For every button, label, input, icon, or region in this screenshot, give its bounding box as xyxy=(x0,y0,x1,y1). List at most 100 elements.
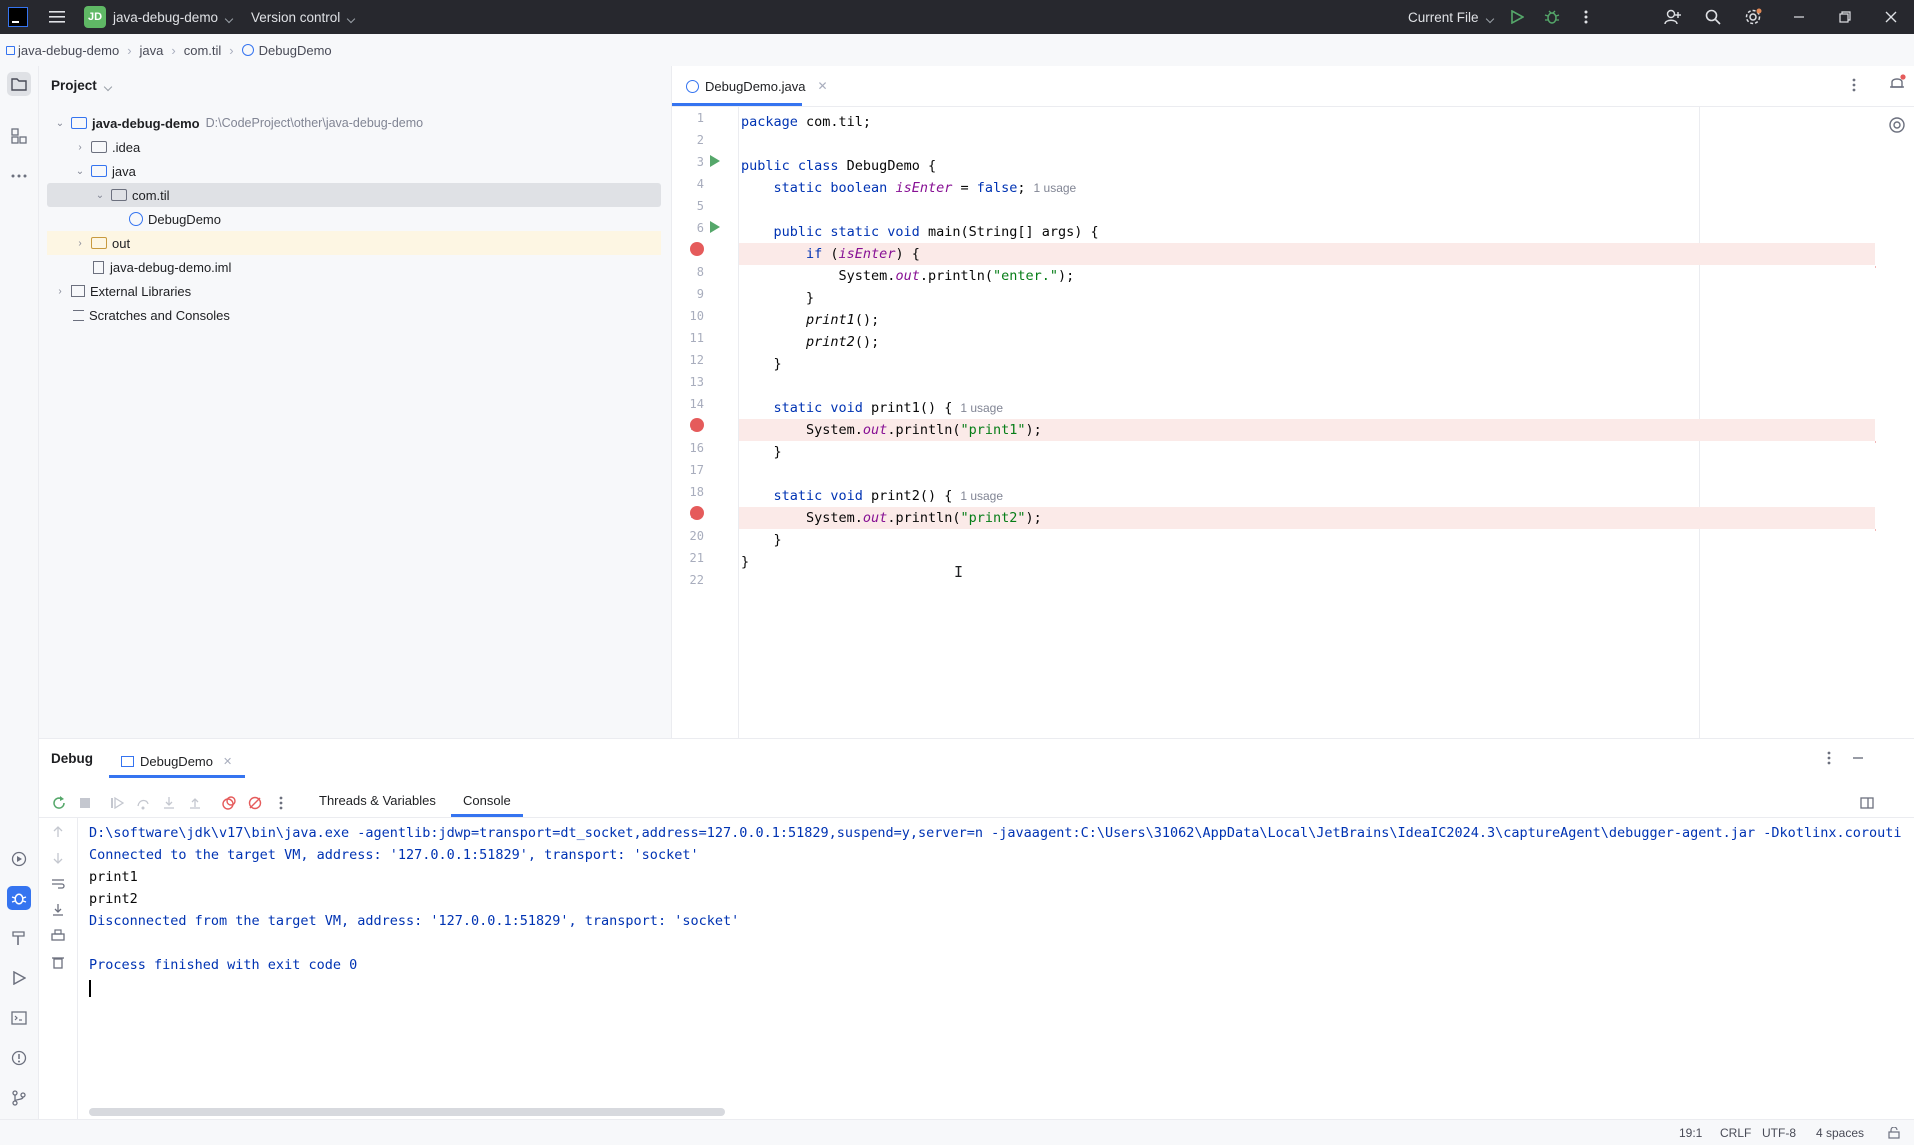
more-tools-icon[interactable] xyxy=(7,164,31,188)
debug-session-tab[interactable]: DebugDemo ✕ xyxy=(121,743,232,779)
structure-icon[interactable] xyxy=(7,124,31,148)
code-token: ( xyxy=(822,246,839,262)
code-token: print1 xyxy=(806,312,855,328)
tab-console[interactable]: Console xyxy=(463,783,511,817)
step-out-icon[interactable] xyxy=(185,793,205,813)
breadcrumb-item[interactable]: com.til xyxy=(184,43,222,58)
breakpoint-icon[interactable] xyxy=(690,242,704,256)
close-icon[interactable] xyxy=(1874,0,1908,34)
debug-tool-icon[interactable] xyxy=(7,886,31,910)
chevron-right-icon[interactable]: › xyxy=(53,286,67,297)
code-line-breakpoint: System.out.println("print1"); xyxy=(739,419,1875,441)
add-user-icon[interactable] xyxy=(1656,0,1690,34)
lock-icon[interactable] xyxy=(1888,1120,1900,1145)
code-token: System. xyxy=(741,510,863,526)
stop-icon[interactable] xyxy=(75,793,95,813)
breadcrumb-item[interactable]: java-debug-demo xyxy=(18,43,119,58)
breadcrumb-item[interactable]: java xyxy=(140,43,164,58)
chevron-down-icon[interactable]: ⌄ xyxy=(93,190,107,201)
chevron-right-icon[interactable]: › xyxy=(73,238,87,249)
debug-icon[interactable] xyxy=(1535,0,1569,34)
project-switcher[interactable]: JD java-debug-demo xyxy=(84,0,232,34)
run-gutter-icon[interactable] xyxy=(710,221,720,233)
view-breakpoints-icon[interactable] xyxy=(219,793,239,813)
breakpoint-icon[interactable] xyxy=(690,418,704,432)
scroll-to-end-icon[interactable] xyxy=(48,900,68,920)
layout-icon[interactable] xyxy=(1857,793,1877,813)
project-panel-header[interactable]: Project xyxy=(51,78,111,93)
search-icon[interactable] xyxy=(1696,0,1730,34)
arrow-down-icon[interactable] xyxy=(48,848,68,868)
problems-icon[interactable] xyxy=(7,1046,31,1070)
ai-assistant-icon[interactable] xyxy=(1888,116,1906,137)
line-ending[interactable]: CRLF xyxy=(1720,1120,1751,1145)
usage-hint[interactable]: 1 usage xyxy=(1034,181,1077,195)
restore-icon[interactable] xyxy=(1828,0,1862,34)
settings-icon[interactable] xyxy=(1736,0,1770,34)
app-logo-icon[interactable] xyxy=(8,0,28,34)
editor-tab[interactable]: DebugDemo.java ✕ xyxy=(686,66,828,106)
resume-icon[interactable] xyxy=(107,793,127,813)
editor-gutter[interactable]: 1 2 3 4 5 6 7 8 9 10 11 12 13 14 15 16 1… xyxy=(672,107,739,738)
indent-setting[interactable]: 4 spaces xyxy=(1816,1120,1864,1145)
run-tool-icon[interactable] xyxy=(7,966,31,990)
tree-item-external-libraries[interactable]: › External Libraries xyxy=(47,279,661,303)
tree-item-package[interactable]: ⌄ com.til xyxy=(47,183,661,207)
arrow-up-icon[interactable] xyxy=(48,822,68,842)
rerun-icon[interactable] xyxy=(49,793,69,813)
console-output[interactable]: D:\software\jdk\v17\bin\java.exe -agentl… xyxy=(77,818,1914,1120)
close-tab-icon[interactable]: ✕ xyxy=(817,79,827,93)
module-folder-icon xyxy=(71,117,87,129)
more-icon[interactable] xyxy=(1569,0,1603,34)
hamburger-menu-icon[interactable] xyxy=(40,0,74,34)
run-config-selector[interactable]: Current File xyxy=(1408,0,1493,34)
version-control-menu[interactable]: Version control xyxy=(251,0,354,34)
debug-more-icon[interactable] xyxy=(1827,751,1831,768)
terminal-icon[interactable] xyxy=(7,1006,31,1030)
cursor-position[interactable]: 19:1 xyxy=(1679,1120,1702,1145)
tree-item-scratches[interactable]: Scratches and Consoles xyxy=(47,303,661,327)
breadcrumb-item[interactable]: DebugDemo xyxy=(259,43,332,58)
tree-item-idea[interactable]: › .idea xyxy=(47,135,661,159)
services-icon[interactable] xyxy=(7,847,31,871)
minimize-panel-icon[interactable] xyxy=(1851,751,1865,768)
code-token: print1() { xyxy=(862,400,953,416)
tab-threads-variables[interactable]: Threads & Variables xyxy=(319,783,436,817)
tree-item-java[interactable]: ⌄ java xyxy=(47,159,661,183)
chevron-down-icon[interactable]: ⌄ xyxy=(53,118,67,129)
run-icon[interactable] xyxy=(1500,0,1534,34)
run-gutter-icon[interactable] xyxy=(710,155,720,167)
usage-hint[interactable]: 1 usage xyxy=(960,401,1003,415)
code-token: = xyxy=(952,180,977,196)
toolbar-more-icon[interactable] xyxy=(271,793,291,813)
soft-wrap-icon[interactable] xyxy=(48,874,68,894)
git-icon[interactable] xyxy=(7,1086,31,1110)
editor-more-icon[interactable] xyxy=(1852,78,1856,95)
tree-item-class[interactable]: DebugDemo xyxy=(47,207,661,231)
folder-icon[interactable] xyxy=(7,72,31,96)
file-encoding[interactable]: UTF-8 xyxy=(1762,1120,1796,1145)
usage-hint[interactable]: 1 usage xyxy=(960,489,1003,503)
code-editor[interactable]: package com.til; public class DebugDemo … xyxy=(739,107,1875,738)
chevron-right-icon[interactable]: › xyxy=(73,142,87,153)
code-token: print2() { xyxy=(862,488,953,504)
clear-console-icon[interactable] xyxy=(48,952,68,972)
line-number: 16 xyxy=(689,441,704,455)
close-session-icon[interactable]: ✕ xyxy=(223,755,232,768)
code-token: static void xyxy=(741,488,863,504)
code-token: static void xyxy=(741,400,863,416)
step-over-icon[interactable] xyxy=(133,793,153,813)
breakpoint-icon[interactable] xyxy=(690,506,704,520)
mute-breakpoints-icon[interactable] xyxy=(245,793,265,813)
minimize-icon[interactable] xyxy=(1782,0,1816,34)
notifications-icon[interactable] xyxy=(1888,74,1906,95)
build-icon[interactable] xyxy=(7,926,31,950)
tree-item-iml[interactable]: java-debug-demo.iml xyxy=(47,255,661,279)
chevron-down-icon[interactable]: ⌄ xyxy=(73,166,87,177)
horizontal-scrollbar[interactable] xyxy=(89,1108,725,1116)
code-line: package com.til; xyxy=(739,111,1875,133)
step-into-icon[interactable] xyxy=(159,793,179,813)
print-icon[interactable] xyxy=(48,926,68,946)
tree-item-out[interactable]: › out xyxy=(47,231,661,255)
tree-item-root[interactable]: ⌄ java-debug-demo D:\CodeProject\other\j… xyxy=(47,111,661,135)
